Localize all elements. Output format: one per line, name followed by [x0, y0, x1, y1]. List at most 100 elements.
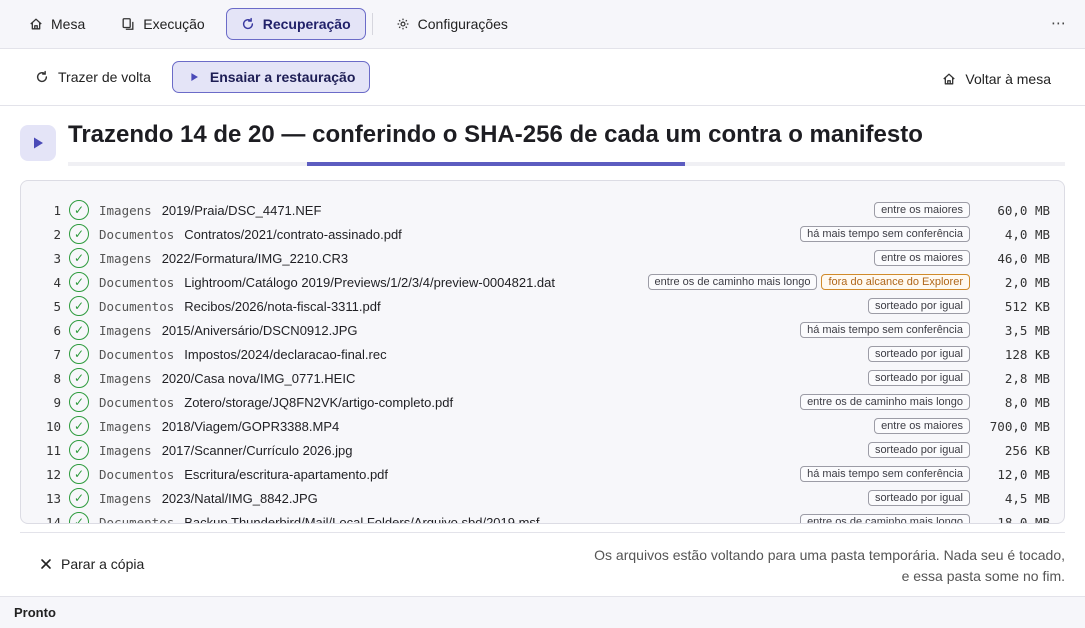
- table-row[interactable]: 11 ✓ Imagens 2017/Scanner/Currículo 2026.jp…: [21, 438, 1064, 462]
- row-category: Imagens: [99, 322, 152, 338]
- row-size: 18,0 MB: [997, 515, 1050, 524]
- more-options-icon[interactable]: ⋯: [1051, 14, 1067, 32]
- row-number: 5: [53, 298, 61, 314]
- row-path: Zotero/storage/JQ8FN2VK/artigo-completo.…: [184, 394, 454, 410]
- check-circle-icon: ✓: [69, 296, 89, 316]
- table-row[interactable]: 2 ✓ Documentos Contratos/2021/contrato-assi…: [21, 222, 1064, 246]
- row-category: Documentos: [99, 466, 175, 482]
- table-row[interactable]: 5 ✓ Documentos Recibos/2026/nota-fiscal-331…: [21, 294, 1064, 318]
- row-tags: entre os de caminho mais longo fora do al…: [647, 274, 970, 290]
- table-row[interactable]: 9 ✓ Documentos Zotero/storage/JQ8FN2VK/arti…: [21, 390, 1064, 414]
- info-note: Os arquivos estão voltando para uma past…: [585, 545, 1065, 587]
- tab-mesa[interactable]: Mesa: [14, 8, 100, 40]
- row-number: 1: [53, 202, 61, 218]
- check-circle-icon: ✓: [69, 320, 89, 340]
- table-row[interactable]: 14 ✓ Documentos Backup Thunderbird/Mail/Loc…: [21, 510, 1064, 524]
- row-number: 12: [45, 466, 61, 482]
- tab-label: Execução: [143, 16, 205, 32]
- row-path: 2017/Scanner/Currículo 2026.jpg: [161, 442, 353, 458]
- row-path: 2019/Praia/DSC_4471.NEF: [161, 202, 322, 218]
- page-title: Trazendo 14 de 20 — conferindo o SHA-256…: [68, 121, 923, 148]
- row-tags: entre os maiores: [874, 418, 970, 434]
- row-category: Documentos: [99, 298, 175, 314]
- row-tags: há mais tempo sem conferência: [800, 322, 970, 338]
- check-circle-icon: ✓: [69, 248, 89, 268]
- row-number: 7: [53, 346, 61, 362]
- button-label: Parar a cópia: [61, 556, 145, 572]
- top-nav: Mesa Execução Recuperação Configurações …: [0, 0, 1085, 49]
- table-row[interactable]: 4 ✓ Documentos Lightroom/Catálogo 2019/Prev…: [21, 270, 1064, 294]
- table-row[interactable]: 8 ✓ Imagens 2020/Casa nova/IMG_0771.HEIC sor…: [21, 366, 1064, 390]
- row-path: 2022/Formatura/IMG_2210.CR3: [161, 250, 349, 266]
- row-category: Documentos: [99, 274, 175, 290]
- tab-configuracoes[interactable]: Configurações: [381, 8, 523, 40]
- row-size: 2,8 MB: [1004, 371, 1050, 386]
- tab-execucao[interactable]: Execução: [106, 8, 219, 40]
- row-category: Documentos: [99, 226, 175, 242]
- stop-copy-button[interactable]: Parar a cópia: [30, 548, 154, 580]
- reason-badge: sorteado por igual: [867, 298, 970, 314]
- reason-badge: sorteado por igual: [867, 346, 970, 362]
- check-circle-icon: ✓: [69, 224, 89, 244]
- status-text: Pronto: [14, 605, 56, 620]
- refresh-icon: [36, 70, 48, 83]
- table-row[interactable]: 13 ✓ Imagens 2023/Natal/IMG_8842.JPG sortead…: [21, 486, 1064, 510]
- divider: [20, 532, 1065, 533]
- table-row[interactable]: 12 ✓ Documentos Escritura/escritura-apartam…: [21, 462, 1064, 486]
- row-size: 256 KB: [1004, 443, 1050, 458]
- row-tags: entre os de caminho mais longo: [800, 394, 970, 410]
- row-size: 4,5 MB: [1004, 491, 1050, 506]
- row-category: Documentos: [99, 394, 175, 410]
- check-circle-icon: ✓: [69, 512, 89, 523]
- row-path: Impostos/2024/declaracao-final.rec: [184, 346, 387, 362]
- refresh-icon: [242, 17, 253, 30]
- row-size: 3,5 MB: [1004, 323, 1050, 338]
- table-row[interactable]: 6 ✓ Imagens 2015/Aniversário/DSCN0912.JPG há…: [21, 318, 1064, 342]
- row-tags: sorteado por igual: [867, 442, 970, 458]
- play-icon: [191, 73, 198, 81]
- check-circle-icon: ✓: [69, 464, 89, 484]
- back-to-desk-button[interactable]: Voltar à mesa: [927, 63, 1066, 95]
- check-circle-icon: ✓: [69, 440, 89, 460]
- row-category: Imagens: [99, 490, 152, 506]
- row-tags: sorteado por igual: [867, 370, 970, 386]
- warning-badge: fora do alcance do Explorer: [821, 274, 970, 290]
- close-icon: [41, 559, 51, 569]
- tab-label: Mesa: [51, 16, 86, 32]
- file-list: 1 ✓ Imagens 2019/Praia/DSC_4471.NEF entre os…: [21, 198, 1064, 524]
- row-number: 4: [53, 274, 61, 290]
- check-circle-icon: ✓: [69, 392, 89, 412]
- tab-recuperacao[interactable]: Recuperação: [225, 8, 366, 40]
- reason-badge: entre os de caminho mais longo: [800, 514, 970, 523]
- play-icon: [20, 125, 56, 161]
- row-size: 12,0 MB: [997, 467, 1050, 482]
- table-row[interactable]: 7 ✓ Documentos Impostos/2024/declaracao-fin…: [21, 342, 1064, 366]
- row-tags: sorteado por igual: [867, 490, 970, 506]
- rehearse-restore-button[interactable]: Ensaiar a restauração: [171, 61, 371, 93]
- row-tags: entre os maiores: [874, 250, 970, 266]
- table-row[interactable]: 1 ✓ Imagens 2019/Praia/DSC_4471.NEF entre os…: [21, 198, 1064, 222]
- row-number: 13: [45, 490, 61, 506]
- row-category: Imagens: [99, 202, 152, 218]
- row-tags: entre os maiores: [874, 202, 970, 218]
- row-size: 4,0 MB: [1004, 227, 1050, 242]
- row-category: Documentos: [99, 346, 175, 362]
- row-tags: há mais tempo sem conferência: [800, 226, 970, 242]
- reason-badge: entre os de caminho mais longo: [800, 394, 970, 410]
- row-tags: sorteado por igual: [867, 298, 970, 314]
- home-icon: [943, 73, 956, 85]
- row-path: 2020/Casa nova/IMG_0771.HEIC: [161, 370, 356, 386]
- table-row[interactable]: 10 ✓ Imagens 2018/Viagem/GOPR3388.MP4 entre …: [21, 414, 1064, 438]
- table-row[interactable]: 3 ✓ Imagens 2022/Formatura/IMG_2210.CR3 entr…: [21, 246, 1064, 270]
- row-category: Imagens: [99, 250, 152, 266]
- nav-divider: [371, 13, 373, 35]
- file-list-panel[interactable]: 1 ✓ Imagens 2019/Praia/DSC_4471.NEF entre os…: [20, 180, 1065, 524]
- reason-badge: sorteado por igual: [867, 370, 970, 386]
- reason-badge: há mais tempo sem conferência: [800, 466, 970, 482]
- gear-icon: [397, 18, 409, 30]
- bring-back-button[interactable]: Trazer de volta: [20, 61, 166, 93]
- row-category: Imagens: [99, 442, 152, 458]
- reason-badge: há mais tempo sem conferência: [800, 322, 970, 338]
- row-size: 2,0 MB: [1004, 275, 1050, 290]
- row-category: Documentos: [99, 514, 175, 524]
